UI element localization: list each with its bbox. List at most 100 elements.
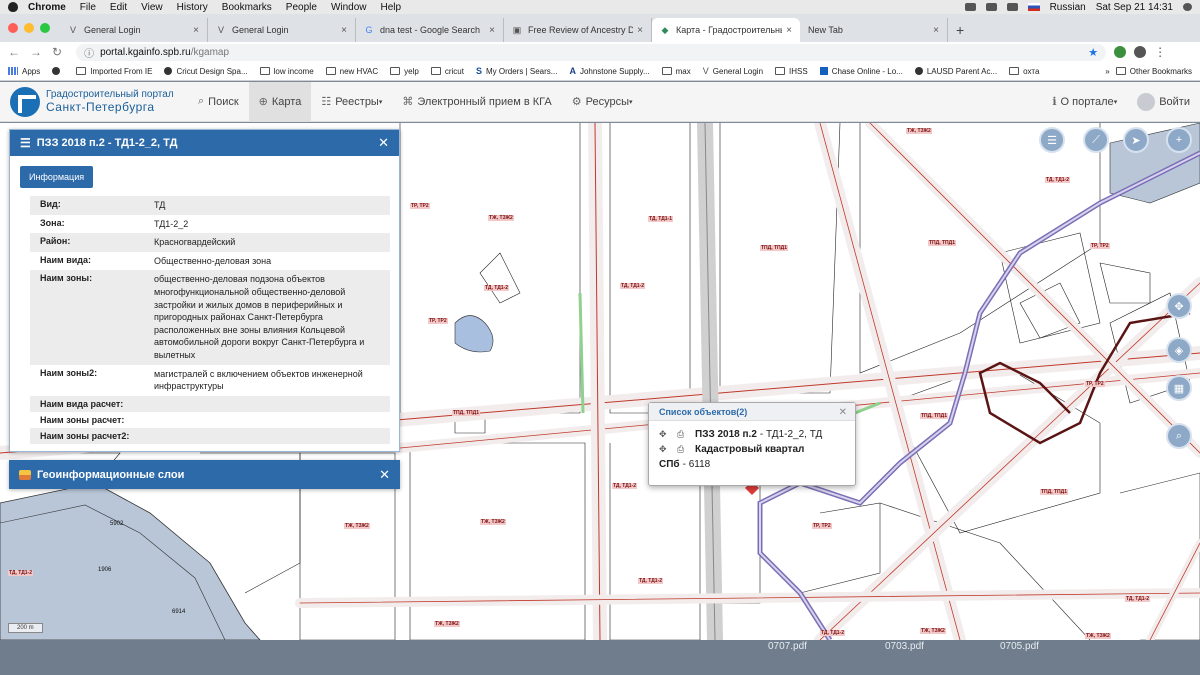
zone-label: ТР, ТР2 (812, 523, 832, 529)
locate-icon[interactable]: ➤ (1123, 127, 1149, 153)
portal-logo[interactable]: Градостроительный портал Санкт-Петербург… (0, 86, 188, 117)
bookmark-low-income[interactable]: low income (259, 67, 314, 76)
move-icon[interactable]: ✥ (659, 429, 671, 440)
map-search-icon[interactable]: ⌕ (1166, 423, 1192, 449)
battery-icon[interactable] (1006, 3, 1018, 11)
table-row: Наим зоны расчет: (40, 414, 125, 425)
input-language[interactable]: Russian (1050, 2, 1086, 13)
menu-window[interactable]: Window (331, 2, 367, 13)
zone-label: ТД, ТД1-2 (612, 483, 637, 489)
nav-registries[interactable]: ☷ Реестры ▾ (311, 82, 392, 122)
flag-icon[interactable] (1027, 3, 1040, 11)
tab-ancestry-review[interactable]: ▣ Free Review of Ancestry Dna T × (504, 18, 652, 42)
sears-icon: S (475, 66, 482, 76)
bookmark-ihss[interactable]: IHSS (775, 67, 808, 76)
bookmark-okhta[interactable]: охта (1009, 67, 1039, 76)
menubar-status: Russian Sat Sep 21 14:31 (964, 2, 1200, 13)
menu-people[interactable]: People (286, 2, 317, 13)
menu-edit[interactable]: Edit (110, 2, 127, 13)
close-tab-icon[interactable]: × (637, 25, 643, 36)
menu-dots-icon[interactable]: ⋮ (1154, 45, 1166, 59)
tab-general-login-2[interactable]: V General Login × (208, 18, 356, 42)
popup-item-pzz[interactable]: ✥ ⎙ ПЗЗ 2018 п.2- ТД1-2_2, ТД (649, 427, 855, 442)
nav-resources[interactable]: ⚙ Ресурсы ▾ (562, 82, 643, 122)
measure-icon[interactable]: ⟋ (1083, 127, 1109, 153)
close-icon[interactable]: ✕ (839, 407, 847, 418)
close-window-button[interactable] (8, 23, 18, 33)
layers-icon (19, 469, 31, 480)
bookmark-imported-ie[interactable]: Imported From IE (76, 67, 152, 76)
info-icon[interactable]: ⓘ (84, 45, 94, 60)
clock[interactable]: Sat Sep 21 14:31 (1096, 2, 1173, 13)
layers-list-icon[interactable]: ☰ (1039, 127, 1065, 153)
search-icon[interactable] (1183, 3, 1192, 11)
menu-file[interactable]: File (80, 2, 96, 13)
zoom-in-icon[interactable]: + (1166, 127, 1192, 153)
nav-e-reception[interactable]: ⌘ Электронный прием в КГА (392, 82, 561, 122)
menu-view[interactable]: View (141, 2, 163, 13)
bookmark-johnstone[interactable]: A Johnstone Supply... (569, 66, 649, 76)
wifi-icon[interactable] (985, 3, 997, 11)
bookmark-cricut[interactable]: cricut (430, 67, 464, 76)
move-icon[interactable]: ✥ (659, 444, 671, 455)
tab-google-search[interactable]: G dna test - Google Search × (356, 18, 504, 42)
popup-item-cadastral[interactable]: ✥ ⎙ Кадастровый квартал (649, 442, 855, 457)
apple-icon[interactable] (8, 2, 18, 12)
print-icon[interactable]: ⎙ (677, 444, 689, 455)
profile-avatar-icon[interactable] (1134, 46, 1147, 58)
extension-grammarly-icon[interactable] (1114, 46, 1127, 58)
bookmark-globe[interactable] (52, 67, 64, 75)
window-controls (8, 23, 50, 33)
bookmark-lausd[interactable]: LAUSD Parent Ac... (914, 67, 997, 76)
menu-app-name[interactable]: Chrome (28, 2, 66, 13)
close-icon[interactable]: ✕ (378, 135, 389, 151)
minimize-window-button[interactable] (24, 23, 34, 33)
close-tab-icon[interactable]: × (786, 25, 792, 36)
zoom-window-button[interactable] (40, 23, 50, 33)
close-tab-icon[interactable]: × (193, 25, 199, 36)
desktop-file[interactable]: 0705.pdf (1000, 641, 1039, 652)
bookmark-max[interactable]: max (661, 67, 691, 76)
back-icon[interactable]: ← (8, 45, 20, 59)
desktop-file[interactable]: 0703.pdf (885, 641, 924, 652)
bookmark-other[interactable]: » Other Bookmarks (1105, 67, 1192, 76)
tab-information[interactable]: Информация (20, 166, 94, 188)
menu-help[interactable]: Help (381, 2, 402, 13)
bookmark-chase[interactable]: Chase Online - Lo... (819, 67, 903, 76)
basemap-icon[interactable]: ◈ (1166, 337, 1192, 363)
macos-menubar: Chrome File Edit View History Bookmarks … (0, 0, 1200, 14)
address-bar[interactable]: ⓘ portal.kgainfo.spb.ru /kgamap ★ (76, 43, 1107, 61)
close-tab-icon[interactable]: × (489, 25, 495, 36)
tab-new-tab[interactable]: New Tab × (800, 18, 948, 42)
bookmark-apps[interactable]: Apps (8, 67, 40, 76)
forward-icon[interactable]: → (30, 45, 42, 59)
nav-about[interactable]: ℹО портале ▾ (1042, 82, 1127, 122)
new-tab-icon[interactable]: + (956, 22, 964, 38)
bookmark-sears[interactable]: S My Orders | Sears... (476, 66, 557, 76)
zone-label: ТПД, ТПД1 (452, 410, 480, 416)
close-tab-icon[interactable]: × (933, 25, 939, 36)
dropbox-icon[interactable] (964, 3, 976, 11)
reload-icon[interactable]: ↻ (52, 45, 62, 59)
nav-map[interactable]: ⊕ Карта (248, 81, 312, 122)
tab-general-login-1[interactable]: V General Login × (60, 18, 208, 42)
close-tab-icon[interactable]: × (341, 25, 347, 36)
logo-line2: Санкт-Петербурга (46, 100, 155, 114)
bookmark-new-hvac[interactable]: new HVAC (325, 67, 378, 76)
menu-bookmarks[interactable]: Bookmarks (222, 2, 272, 13)
circle-icon (164, 67, 173, 75)
close-icon[interactable]: ✕ (379, 467, 390, 483)
geo-layers-panel[interactable]: Геоинформационные слои ✕ (9, 460, 400, 489)
menu-history[interactable]: History (177, 2, 208, 13)
bookmark-star-icon[interactable]: ★ (1088, 46, 1098, 59)
login-button[interactable]: Войти (1127, 82, 1200, 122)
tab-map-portal[interactable]: ◆ Карта - Градостроительный п × (652, 18, 800, 42)
bookmark-yelp[interactable]: yelp (390, 67, 419, 76)
print-icon[interactable]: ⎙ (677, 429, 689, 440)
nav-search[interactable]: ⌕ Поиск (188, 82, 249, 122)
bookmark-cricut-design[interactable]: Cricut Design Spa... (164, 67, 248, 76)
bookmark-general-login[interactable]: V General Login (703, 66, 763, 76)
desktop-file[interactable]: 0707.pdf (768, 641, 807, 652)
pan-tool-icon[interactable]: ✥ (1166, 293, 1192, 319)
map-layer-icon[interactable]: ▦ (1166, 375, 1192, 401)
